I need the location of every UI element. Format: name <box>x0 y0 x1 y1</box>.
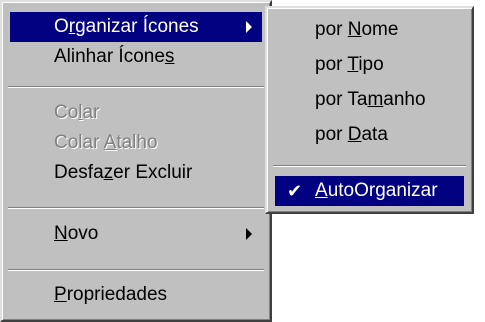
menu-item-novo[interactable]: Novo <box>10 219 262 249</box>
menu-item-label: por Data <box>315 124 388 145</box>
menu-item-colar-atalho: Colar Atalho <box>10 128 262 158</box>
menu-item-label: Propriedades <box>54 284 168 305</box>
submenu-arrow-icon <box>246 21 252 33</box>
submenu-item-autoorganizar[interactable]: ✔ AutoOrganizar <box>275 176 464 206</box>
menu-separator <box>8 269 264 271</box>
menu-item-label: AutoOrganizar <box>315 180 438 201</box>
menu-item-label: Novo <box>54 223 99 244</box>
menu-item-label: Alinhar Ícones <box>54 46 175 67</box>
submenu-item-por-tamanho[interactable]: por Tamanho <box>275 85 464 115</box>
context-menu: Organizar Ícones Alinhar Ícones Colar Co… <box>0 0 272 322</box>
submenu-arrow-icon <box>246 228 252 240</box>
menu-item-label: Organizar Ícones <box>54 16 199 37</box>
organizar-icones-submenu: por Nome por Tipo por Tamanho por Data ✔… <box>265 6 474 214</box>
menu-separator <box>8 86 264 88</box>
submenu-item-por-nome[interactable]: por Nome <box>275 15 464 45</box>
menu-item-alinhar-icones[interactable]: Alinhar Ícones <box>10 42 262 72</box>
submenu-item-por-tipo[interactable]: por Tipo <box>275 50 464 80</box>
menu-item-label: por Nome <box>315 19 399 40</box>
menu-item-label: por Tamanho <box>315 89 426 110</box>
menu-item-label: por Tipo <box>315 54 384 75</box>
menu-separator <box>8 207 264 209</box>
menu-item-organizar-icones[interactable]: Organizar Ícones <box>10 12 262 42</box>
menu-item-label: Desfazer Excluir <box>54 162 193 183</box>
menu-item-propriedades[interactable]: Propriedades <box>10 280 262 310</box>
menu-item-desfazer-excluir[interactable]: Desfazer Excluir <box>10 158 262 188</box>
checkmark-icon: ✔ <box>287 181 303 201</box>
menu-item-colar: Colar <box>10 98 262 128</box>
menu-item-label: Colar <box>54 102 100 123</box>
menu-item-label: Colar Atalho <box>54 132 158 153</box>
submenu-item-por-data[interactable]: por Data <box>275 120 464 150</box>
menu-separator <box>273 165 466 167</box>
